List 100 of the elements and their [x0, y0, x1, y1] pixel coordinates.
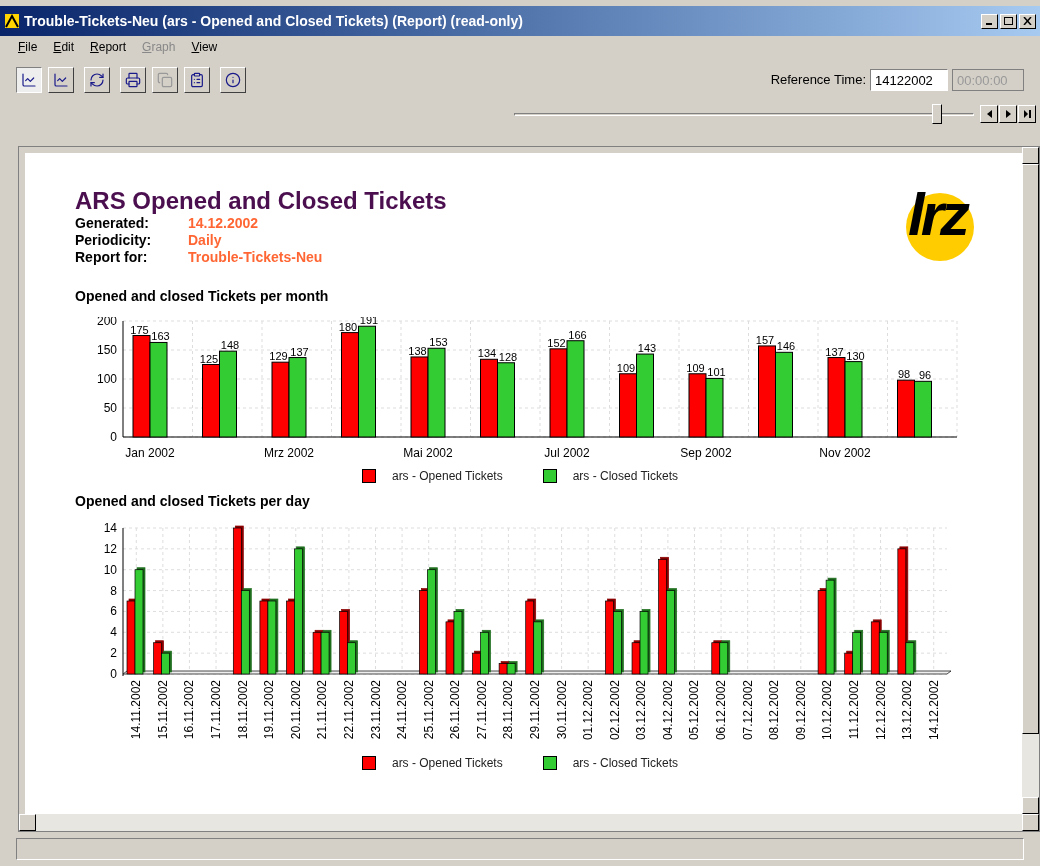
bar-value-label: 137 [825, 345, 844, 358]
refresh-icon [89, 72, 105, 88]
last-icon [1023, 110, 1031, 118]
bar-value-label: 163 [151, 330, 170, 343]
x-tick-label: 17.11.2002 [209, 680, 224, 740]
x-tick-label: 21.11.2002 [315, 680, 330, 740]
time-slider[interactable] [514, 104, 974, 124]
bar-value-label: 180 [338, 320, 358, 333]
x-tick-label: 15.11.2002 [155, 680, 170, 740]
chart-title: Opened and closed Tickets per day [75, 492, 311, 511]
x-tick-label: 01.12.2002 [581, 680, 596, 741]
bar-value-label: 128 [498, 350, 518, 363]
x-tick-label: 24.11.2002 [395, 680, 410, 740]
info-icon [225, 72, 241, 88]
menu-item[interactable]: Report [90, 38, 127, 56]
bar [897, 379, 915, 438]
x-tick-label: 20.11.2002 [288, 680, 303, 740]
vertical-scrollbar[interactable] [1022, 147, 1039, 814]
legend-label: ars - Closed Tickets [572, 755, 679, 772]
y-tick-label: 150 [96, 343, 117, 357]
x-tick-label: 28.11.2002 [501, 680, 516, 740]
bar-value-label: 125 [199, 352, 219, 365]
x-tick-label: Sep 2002 [680, 446, 732, 460]
y-tick-label: 12 [103, 541, 117, 556]
maximize-icon [1004, 17, 1013, 25]
reference-time-label: Reference Time: [770, 71, 866, 90]
previous-button[interactable] [980, 105, 998, 123]
close-button[interactable] [1019, 13, 1036, 29]
x-tick-label: 06.12.2002 [714, 680, 729, 741]
bar [312, 631, 322, 675]
slider-thumb[interactable] [932, 104, 943, 124]
bar-value-label: 146 [776, 340, 796, 353]
bar-value-label: 109 [616, 361, 636, 374]
bar-value-label: 134 [477, 347, 497, 360]
bar [688, 373, 707, 438]
menu-item[interactable]: View [191, 38, 218, 56]
chart-title: Opened and closed Tickets per month [75, 287, 330, 306]
bar [711, 642, 721, 675]
bar-value-label: 153 [429, 336, 448, 349]
x-tick-label: 30.11.2002 [554, 680, 569, 740]
horizontal-scrollbar[interactable] [19, 814, 1039, 831]
y-tick-label: 200 [96, 317, 117, 328]
y-tick-label: 0 [110, 430, 117, 444]
bar-value-label: 143 [637, 342, 657, 355]
bar-value-label: 101 [707, 366, 726, 379]
x-tick-label: 13.12.2002 [900, 680, 915, 741]
bar [870, 621, 880, 675]
window-title: Trouble-Tickets-Neu (ars - Opened and Closed Tickets) (Report) (read-only) [24, 11, 523, 31]
maximize-button[interactable] [1000, 13, 1017, 29]
y-tick-label: 10 [103, 562, 117, 577]
x-tick-label: 29.11.2002 [528, 680, 542, 740]
menu-item[interactable]: Edit [53, 38, 75, 56]
line-chart-icon [53, 72, 69, 88]
bar-value-label: 137 [290, 345, 309, 358]
y-tick-label: 2 [110, 646, 117, 661]
x-tick-label: 26.11.2002 [448, 680, 463, 740]
legend-label: ars - Opened Tickets [391, 755, 503, 772]
field-value: Trouble-Tickets-Neu [188, 249, 323, 266]
bar [878, 631, 888, 675]
copy-icon [157, 72, 173, 88]
field-value: 14.12.2002 [188, 215, 259, 232]
x-tick-label: 18.11.2002 [235, 680, 250, 740]
x-tick-label: 10.12.2002 [820, 680, 835, 741]
next-button[interactable] [999, 105, 1017, 123]
x-tick-label: Jan 2002 [125, 446, 175, 460]
x-tick-label: 16.11.2002 [182, 680, 197, 740]
field-label: Periodicity: [75, 232, 153, 249]
close-icon [1023, 17, 1032, 25]
bar [320, 631, 330, 675]
x-tick-label: Jul 2002 [544, 446, 590, 460]
x-tick-label: 25.11.2002 [421, 680, 436, 740]
report-title: ARS Opened and Closed Tickets [75, 187, 447, 215]
x-tick-label: Mrz 2002 [264, 446, 314, 460]
bar-value-label: 148 [220, 339, 240, 352]
bar-value-label: 157 [755, 333, 775, 346]
printer-icon [125, 72, 141, 88]
date-field[interactable]: 14122002 [870, 69, 948, 91]
x-tick-label: 08.12.2002 [767, 680, 782, 741]
menu-item[interactable]: File [18, 38, 38, 56]
x-tick-label: 11.12.2002 [846, 680, 861, 740]
bar [445, 621, 455, 675]
y-tick-label: 4 [110, 625, 117, 640]
last-button[interactable] [1018, 105, 1036, 123]
minimize-button[interactable] [981, 13, 998, 29]
field-value: Daily [188, 232, 222, 249]
x-tick-label: 09.12.2002 [793, 680, 808, 741]
bar-value-label: 98 [897, 368, 911, 381]
bar-value-label: 166 [568, 328, 587, 341]
x-tick-label: 07.12.2002 [740, 680, 755, 741]
field-label: Generated: [75, 215, 150, 232]
x-tick-label: 04.12.2002 [660, 680, 675, 741]
bar-value-label: 152 [547, 336, 566, 349]
bar [914, 380, 932, 438]
y-tick-label: 0 [110, 667, 117, 681]
x-tick-label: 19.11.2002 [262, 680, 277, 740]
x-tick-label: 02.12.2002 [607, 680, 622, 741]
y-tick-label: 14 [103, 522, 117, 535]
y-tick-label: 100 [96, 372, 117, 386]
bar [705, 377, 724, 438]
bar-value-label: 96 [918, 369, 932, 382]
